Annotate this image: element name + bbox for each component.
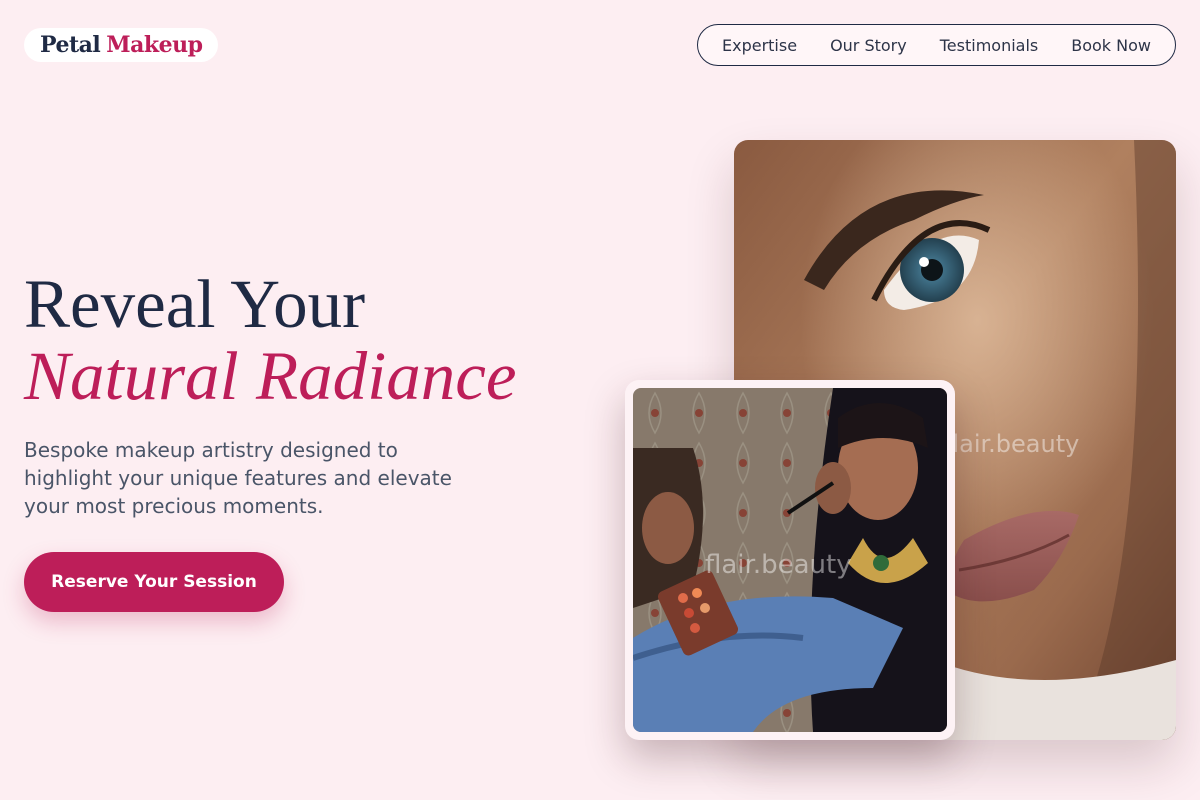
nav-link-book-now[interactable]: Book Now [1071, 36, 1151, 55]
hero-title-line2: Natural Radiance [24, 338, 517, 414]
main-image-watermark: flair.beauty [944, 430, 1079, 458]
brand-logo[interactable]: Petal Makeup [24, 28, 219, 62]
secondary-image-watermark: flair.beauty [705, 550, 852, 580]
hero-subtitle: Bespoke makeup artistry designed to high… [24, 438, 452, 518]
main-nav: Expertise Our Story Testimonials Book No… [697, 24, 1176, 66]
reserve-session-button[interactable]: Reserve Your Session [24, 552, 284, 612]
bridal-makeup-image-frame: flair.beauty [625, 380, 955, 740]
nav-link-expertise[interactable]: Expertise [722, 36, 797, 55]
hero-title-line1: Reveal Your [24, 266, 366, 342]
hero-title: Reveal Your Natural Radiance [24, 268, 517, 412]
nav-link-our-story[interactable]: Our Story [830, 36, 907, 55]
bridal-makeup-image: flair.beauty [633, 388, 947, 732]
brand-name-part2: Makeup [106, 32, 203, 58]
nav-link-testimonials[interactable]: Testimonials [940, 36, 1039, 55]
brand-name-part1: Petal [40, 32, 101, 58]
